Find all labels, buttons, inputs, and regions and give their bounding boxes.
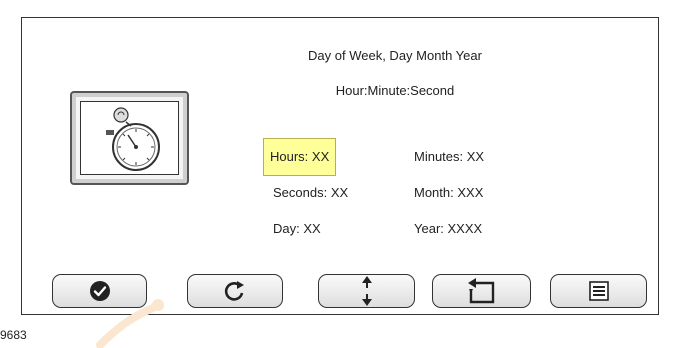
up-down-arrows-icon <box>361 276 372 306</box>
date-line: Day of Week, Day Month Year <box>308 48 482 63</box>
day-field[interactable]: Day: XX <box>267 211 327 247</box>
rotate-icon <box>224 281 244 301</box>
hours-field[interactable]: Hours: XX <box>263 138 337 176</box>
stopwatch-icon-panel <box>70 91 189 185</box>
refresh-button[interactable] <box>187 274 283 308</box>
return-arrow-icon <box>467 278 494 304</box>
seconds-field[interactable]: Seconds: XX <box>267 175 354 211</box>
figure-id-label: 9683 <box>0 328 27 342</box>
faint-watermark-mark <box>96 299 164 348</box>
menu-list-icon <box>588 281 609 301</box>
menu-button[interactable] <box>550 274 647 308</box>
stopwatch-icon <box>106 107 160 171</box>
year-field[interactable]: Year: XXXX <box>408 211 488 247</box>
back-button[interactable] <box>432 274 531 308</box>
month-field[interactable]: Month: XXX <box>408 175 489 211</box>
minutes-field[interactable]: Minutes: XX <box>408 139 490 175</box>
adjust-button[interactable] <box>318 274 415 308</box>
display-screen: Day of Week, Day Month Year Hour:Minute:… <box>21 17 659 315</box>
